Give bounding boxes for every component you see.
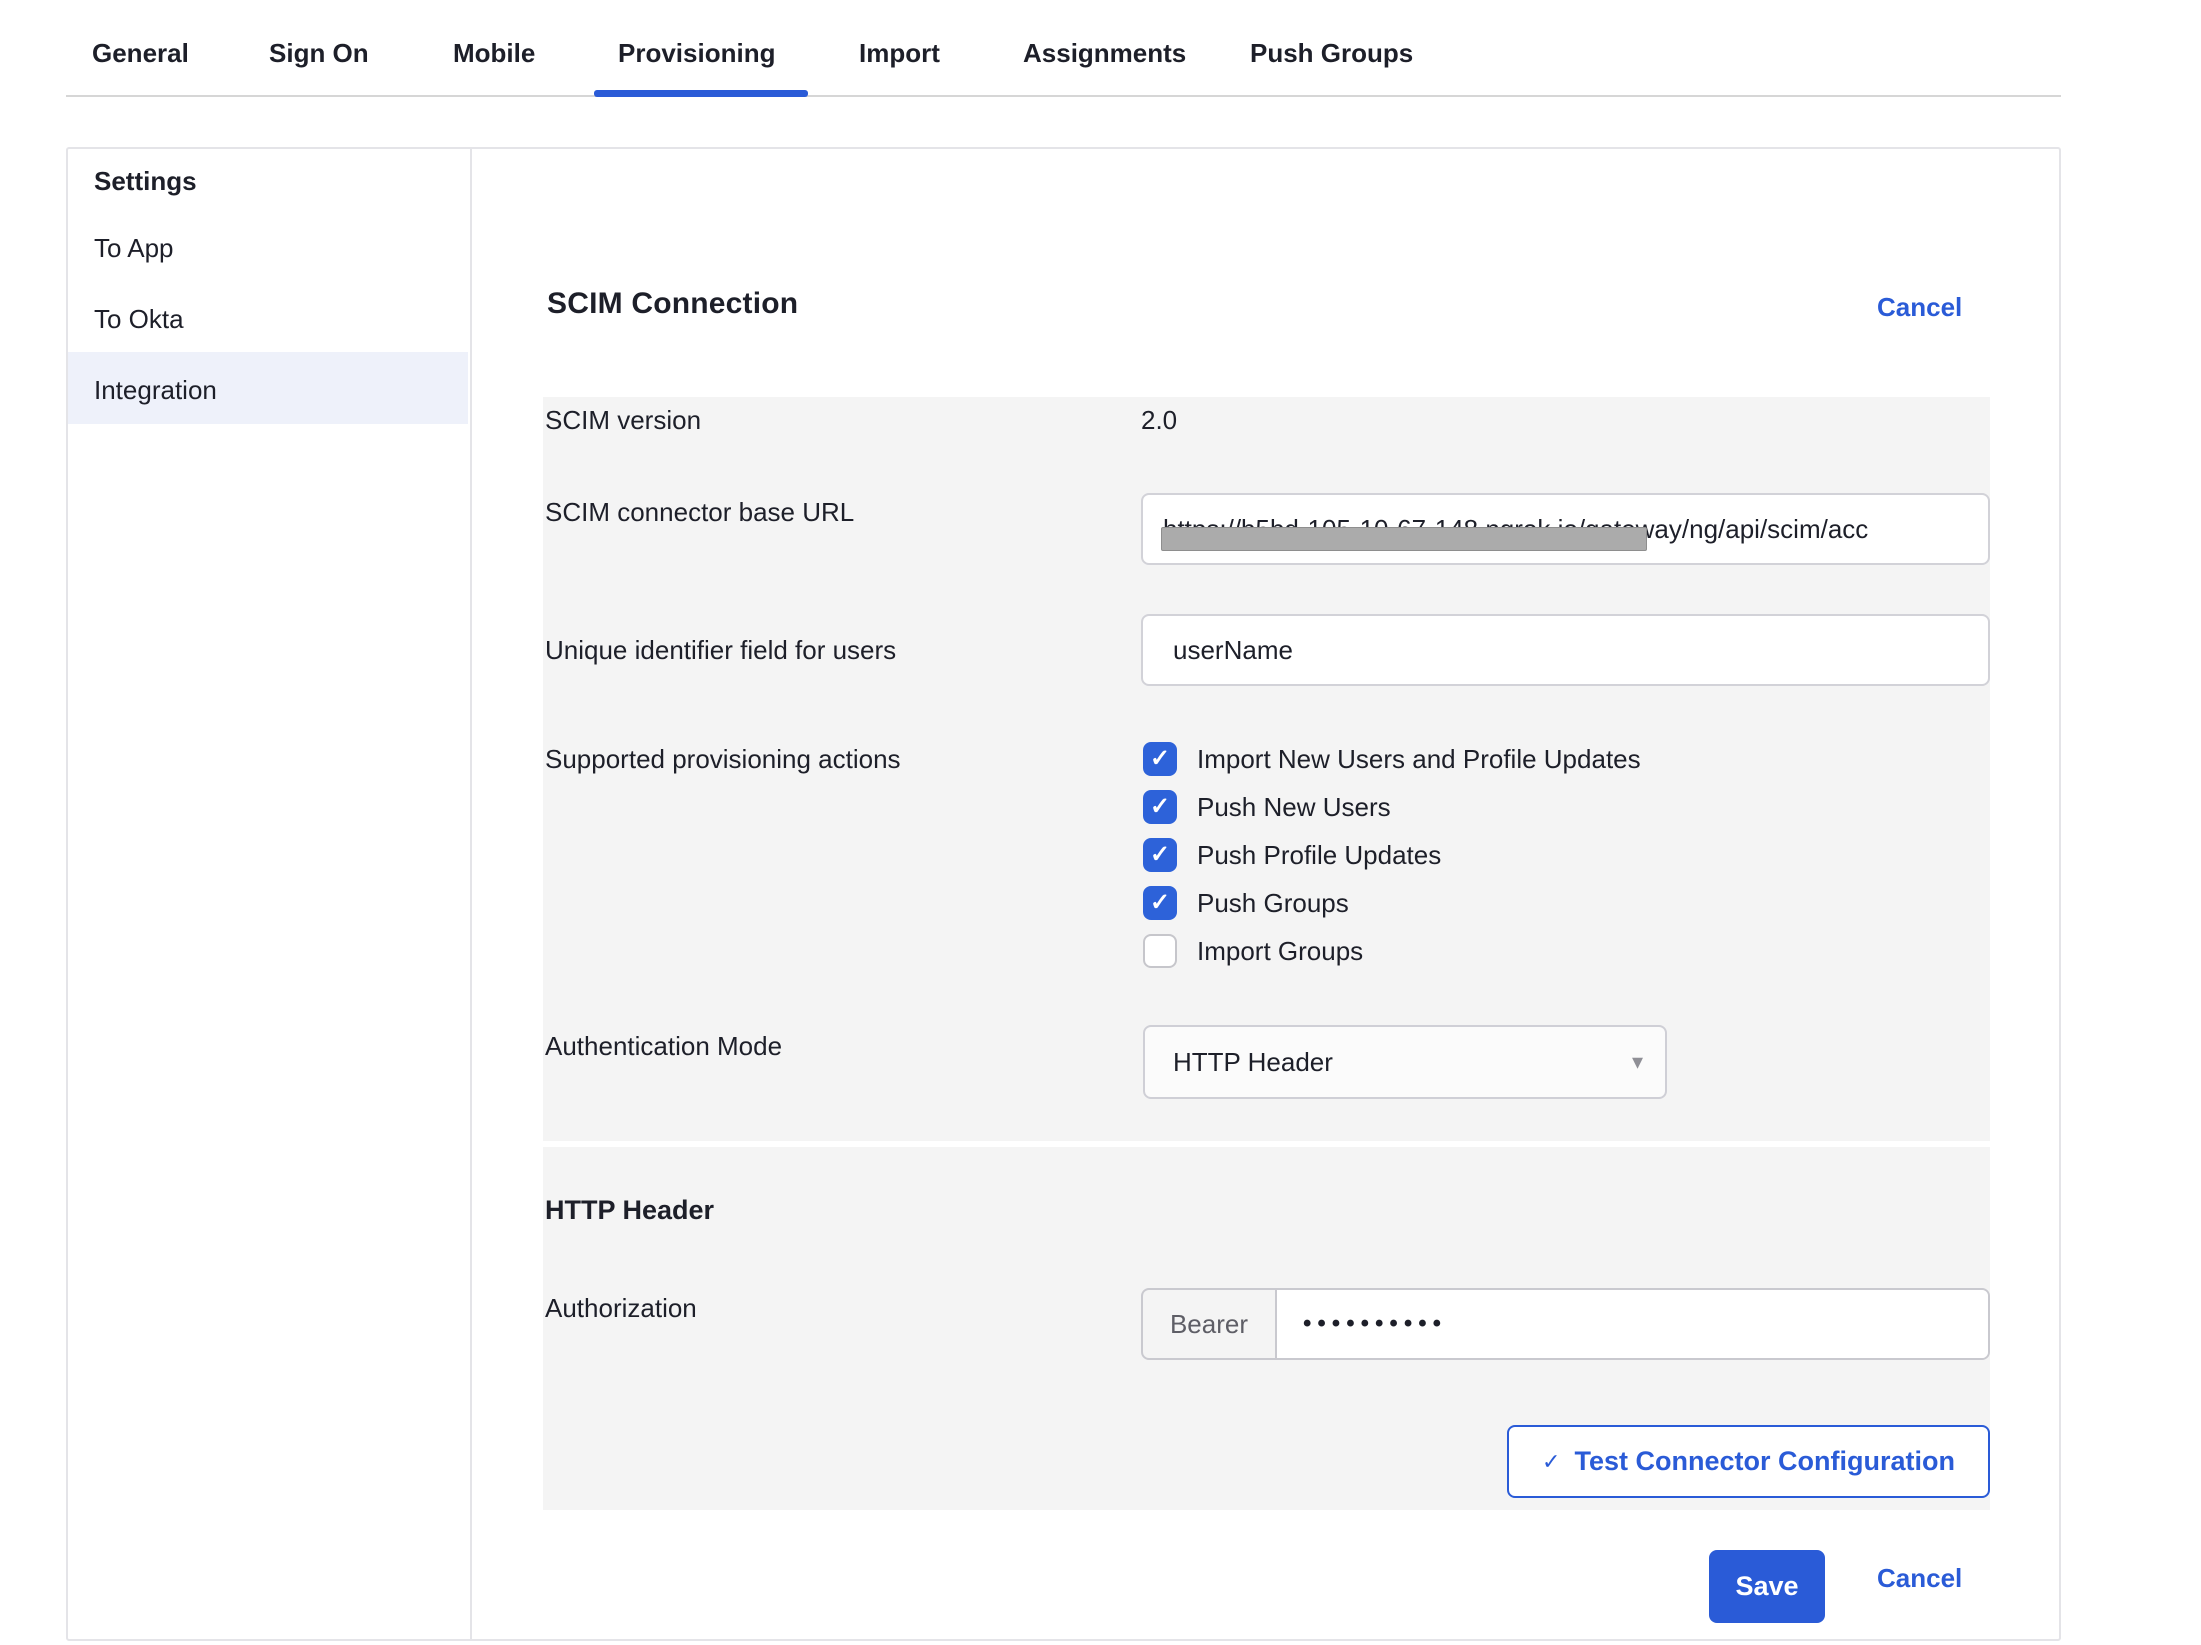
test-connector-label: Test Connector Configuration [1574, 1446, 1954, 1477]
checkbox-label: Push Profile Updates [1197, 838, 1441, 872]
checkbox-label: Import New Users and Profile Updates [1197, 742, 1641, 776]
save-button[interactable]: Save [1709, 1550, 1825, 1623]
checkbox-unchecked-import-groups[interactable] [1143, 934, 1177, 968]
auth-mode-value: HTTP Header [1173, 1047, 1333, 1077]
tab-bar-divider [66, 95, 2061, 97]
provisioning-actions-label: Supported provisioning actions [545, 741, 901, 777]
cancel-button-bottom[interactable]: Cancel [1877, 1563, 1962, 1594]
unique-identifier-input[interactable]: userName [1141, 614, 1990, 686]
auth-mode-label: Authentication Mode [545, 1028, 782, 1064]
checkbox-checked-push-profile-updates[interactable]: ✓ [1143, 838, 1177, 872]
checkbox-checked-import-new-users-and-profile-updates[interactable]: ✓ [1143, 742, 1177, 776]
sidebar-title: Settings [94, 166, 197, 197]
app-window: General Sign On Mobile Provisioning Import As… [0, 0, 2201, 1645]
cancel-link-top[interactable]: Cancel [1877, 292, 1962, 323]
tab-provisioning[interactable]: Provisioning [618, 38, 775, 69]
tab-mobile[interactable]: Mobile [453, 38, 535, 69]
authorization-input-group: Bearer •••••••••• [1141, 1288, 1990, 1360]
tab-push-groups[interactable]: Push Groups [1250, 38, 1413, 69]
tab-general[interactable]: General [92, 38, 189, 69]
redaction-bar [1161, 527, 1647, 551]
checkbox-checked-push-groups[interactable]: ✓ [1143, 886, 1177, 920]
scim-version-value: 2.0 [1141, 402, 1177, 438]
authorization-label: Authorization [545, 1290, 697, 1326]
authorization-scheme: Bearer [1143, 1290, 1277, 1358]
base-url-input[interactable]: https://b5bd-105-10-67-148.ngrok.io/gate… [1141, 493, 1990, 565]
unique-identifier-label: Unique identifier field for users [545, 632, 896, 668]
authorization-token-input[interactable]: •••••••••• [1277, 1290, 1988, 1358]
auth-mode-select[interactable]: HTTP Header ▾ [1143, 1025, 1667, 1099]
test-connector-button[interactable]: ✓ Test Connector Configuration [1507, 1425, 1990, 1498]
checkbox-label: Push New Users [1197, 790, 1391, 824]
base-url-label: SCIM connector base URL [545, 494, 854, 530]
http-header-section-title: HTTP Header [545, 1195, 714, 1226]
checkbox-label: Push Groups [1197, 886, 1349, 920]
sidebar-item-to-app[interactable]: To App [94, 233, 174, 264]
tab-sign-on[interactable]: Sign On [269, 38, 369, 69]
sidebar-item-to-okta[interactable]: To Okta [94, 304, 184, 335]
active-tab-underline [594, 90, 808, 97]
chevron-down-icon: ▾ [1632, 1027, 1643, 1097]
tab-import[interactable]: Import [859, 38, 940, 69]
checkmark-icon: ✓ [1542, 1449, 1560, 1475]
page-title: SCIM Connection [547, 287, 798, 321]
sidebar-item-integration[interactable]: Integration [94, 375, 217, 406]
unique-identifier-value: userName [1173, 635, 1293, 665]
scim-version-label: SCIM version [545, 402, 701, 438]
checkbox-checked-push-new-users[interactable]: ✓ [1143, 790, 1177, 824]
sidebar-divider [470, 147, 472, 1641]
checkbox-label: Import Groups [1197, 934, 1363, 968]
tab-assignments[interactable]: Assignments [1023, 38, 1186, 69]
